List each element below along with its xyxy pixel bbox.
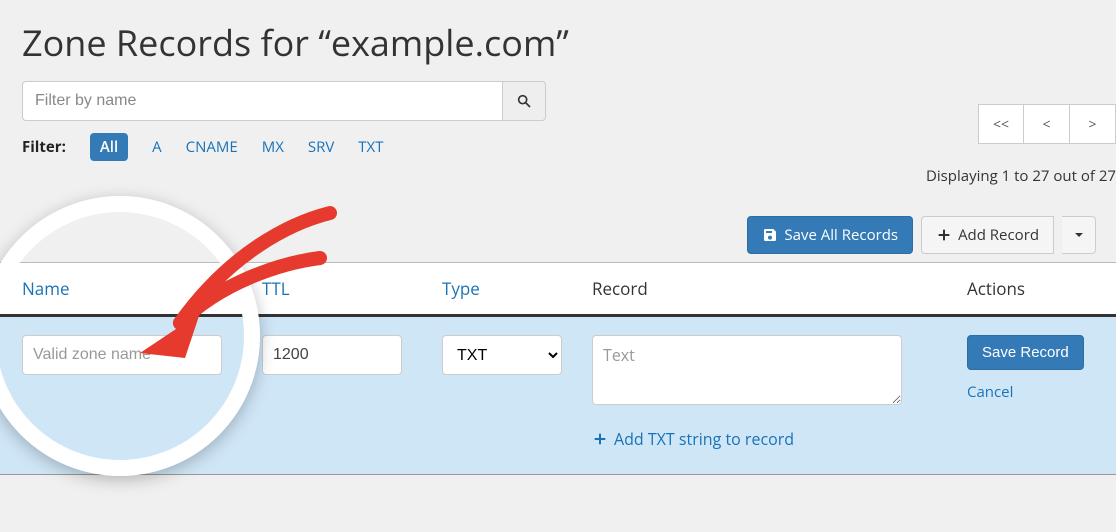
ttl-input[interactable] xyxy=(262,335,402,375)
filter-option-srv[interactable]: SRV xyxy=(308,137,334,157)
record-textarea[interactable] xyxy=(592,335,902,405)
displaying-text: Displaying 1 to 27 out of 27 xyxy=(926,166,1116,186)
filter-label: Filter: xyxy=(22,137,66,157)
cancel-link[interactable]: Cancel xyxy=(967,382,1116,402)
add-txt-label: Add TXT string to record xyxy=(614,428,794,450)
column-header-actions: Actions xyxy=(947,277,1116,300)
caret-down-icon xyxy=(1071,227,1087,243)
pager: << < > xyxy=(978,104,1116,144)
column-header-type[interactable]: Type xyxy=(442,277,592,300)
plus-icon xyxy=(592,431,608,447)
filter-option-a[interactable]: A xyxy=(152,137,162,157)
filter-all[interactable]: All xyxy=(90,133,128,161)
add-record-dropdown[interactable] xyxy=(1062,216,1096,254)
save-record-button[interactable]: Save Record xyxy=(967,335,1084,370)
add-record-label: Add Record xyxy=(958,225,1039,245)
page-title: Zone Records for “example.com” xyxy=(22,18,1116,67)
record-edit-row: TXT Add TXT string to record Save Record… xyxy=(0,317,1116,475)
column-header-record: Record xyxy=(592,277,947,300)
pager-prev-button[interactable]: < xyxy=(1024,104,1070,144)
records-table: Name TTL Type Record Actions TXT Add TXT… xyxy=(0,262,1116,475)
save-all-records-button[interactable]: Save All Records xyxy=(747,216,913,254)
column-header-ttl[interactable]: TTL xyxy=(262,277,442,300)
add-txt-string-link[interactable]: Add TXT string to record xyxy=(592,428,794,450)
search-button[interactable] xyxy=(502,81,546,121)
pager-next-button[interactable]: > xyxy=(1070,104,1116,144)
filter-by-name-input[interactable] xyxy=(22,81,502,121)
save-icon xyxy=(762,227,778,243)
add-record-button[interactable]: Add Record xyxy=(921,216,1054,254)
type-select[interactable]: TXT xyxy=(442,335,562,375)
save-all-label: Save All Records xyxy=(784,225,898,245)
column-header-name[interactable]: Name xyxy=(22,277,262,300)
zone-name-input[interactable] xyxy=(22,335,222,375)
filter-option-cname[interactable]: CNAME xyxy=(186,137,238,157)
filter-option-txt[interactable]: TXT xyxy=(358,137,383,157)
filter-option-mx[interactable]: MX xyxy=(262,137,284,157)
plus-icon xyxy=(936,227,952,243)
search-icon xyxy=(516,93,532,109)
pager-first-button[interactable]: << xyxy=(978,104,1024,144)
